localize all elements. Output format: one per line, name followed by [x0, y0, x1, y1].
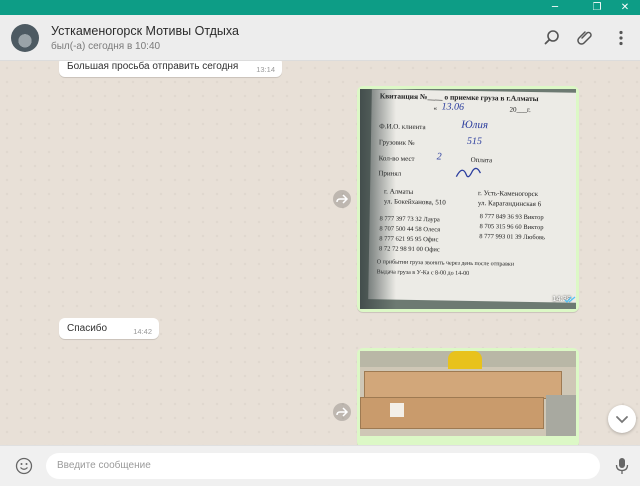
receipt-phone: 8 705 315 96 60 Виктор	[479, 223, 544, 232]
scroll-to-bottom-button[interactable]	[608, 405, 636, 433]
message-list[interactable]: Большая просьба отправить сегодня 13:14 …	[0, 61, 640, 445]
message-outgoing-image[interactable]: Квитанция №____ о приемке груза в г.Алма…	[357, 86, 579, 312]
photo-ground	[546, 395, 576, 436]
avatar[interactable]	[11, 24, 39, 52]
receipt-phone: 8 777 993 01 39 Любовь	[479, 233, 546, 242]
receipt-fio-handwritten: Юлия	[461, 118, 489, 132]
paperclip-icon[interactable]	[576, 29, 594, 47]
receipt-year: 20___г.	[509, 105, 531, 114]
close-icon[interactable]: ✕	[614, 0, 636, 15]
search-icon[interactable]	[543, 29, 561, 47]
message-time: 13:14	[256, 65, 275, 74]
window-title-bar: ─ ❐ ✕	[0, 0, 640, 15]
signature-icon	[455, 167, 481, 178]
forward-icon[interactable]	[333, 190, 351, 208]
receipt-truck-handwritten: 515	[466, 135, 483, 148]
box-label	[390, 403, 404, 417]
receipt-payment-label: Оплата	[470, 155, 493, 165]
receipt-paper: Квитанция №____ о приемке груза в г.Алма…	[368, 89, 576, 303]
message-text: Большая просьба отправить сегодня	[67, 61, 239, 72]
chevron-down-icon	[616, 416, 628, 424]
receipt-addr-b: ул. Карагандинская 6	[477, 199, 542, 209]
message-input-placeholder: Введите сообщение	[57, 460, 151, 471]
microphone-icon[interactable]	[614, 457, 630, 475]
message-input[interactable]: Введите сообщение	[46, 453, 600, 479]
cardboard-box	[360, 397, 544, 429]
receipt-city-b: г. Усть-Каменогорск	[477, 189, 539, 199]
receipt-phone: 8 777 849 36 93 Виктор	[479, 213, 544, 222]
message-time: 14:42	[133, 327, 152, 336]
receipt-date-handwritten: 13.06	[441, 101, 465, 113]
message-outgoing-image[interactable]	[357, 348, 579, 445]
receipt-seats-handwritten: 2	[436, 151, 442, 163]
more-icon[interactable]	[612, 29, 630, 47]
forward-icon[interactable]	[333, 403, 351, 421]
cardboard-box	[364, 371, 562, 399]
cargo-photo[interactable]	[360, 351, 576, 436]
composer: Введите сообщение	[0, 445, 640, 486]
receipt-date-label: «	[433, 104, 438, 113]
photo-yellow-bag	[448, 351, 482, 369]
chat-header: Усткаменогорск Мотивы Отдыха был(-а) сег…	[0, 15, 640, 61]
receipt-note: О прибытии груза звонить через день посл…	[376, 259, 515, 268]
emoji-icon[interactable]	[15, 457, 33, 475]
message-incoming[interactable]: Спасибо 14:42	[59, 318, 159, 339]
message-text: Спасибо	[67, 323, 108, 334]
message-incoming[interactable]: Большая просьба отправить сегодня 13:14	[59, 61, 282, 77]
chat-title[interactable]: Усткаменогорск Мотивы Отдыха	[51, 24, 239, 38]
restore-icon[interactable]: ❐	[586, 0, 608, 15]
receipt-photo[interactable]: Квитанция №____ о приемке груза в г.Алма…	[360, 89, 576, 309]
read-ticks-icon	[564, 296, 576, 303]
minimize-icon[interactable]: ─	[544, 0, 566, 15]
chat-status: был(-а) сегодня в 10:40	[51, 41, 161, 52]
photo-edge-shadow	[360, 89, 396, 309]
